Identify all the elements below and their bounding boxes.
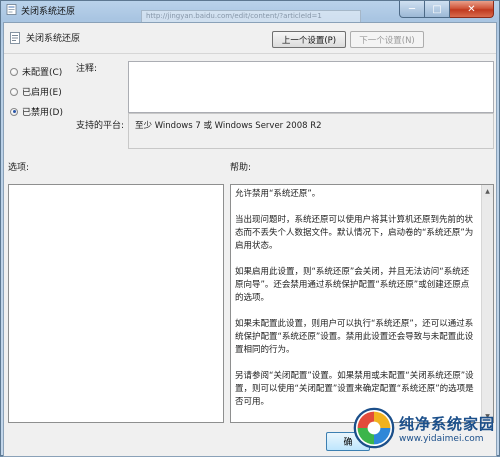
help-pane: 允许禁用“系统还原”。 当出现问题时，系统还原可以使用户将其计算机还原到先前的状…: [230, 184, 494, 423]
dialog-client-area: 关闭系统还原 上一个设置(P) 下一个设置(N) 未配置(C) 已启用(E) 已…: [3, 22, 497, 457]
help-scrollbar[interactable]: ▲ ▼: [481, 185, 493, 422]
policy-window-icon: [6, 4, 17, 15]
close-button[interactable]: ✕: [450, 1, 494, 18]
help-paragraph: 允许禁用“系统还原”。: [235, 189, 321, 199]
site-watermark: 纯净系统家园 www.yidaimei.com: [353, 403, 495, 453]
radio-enabled[interactable]: 已启用(E): [10, 85, 62, 98]
policy-name: 关闭系统还原: [26, 34, 81, 44]
comment-field[interactable]: [128, 61, 494, 113]
supported-platform-value: 至少 Windows 7 或 Windows Server 2008 R2: [128, 113, 494, 149]
radio-disabled[interactable]: 已禁用(D): [10, 105, 63, 118]
help-text: 允许禁用“系统还原”。 当出现问题时，系统还原可以使用户将其计算机还原到先前的状…: [235, 188, 477, 422]
policy-setting-icon: [10, 32, 20, 44]
window-controls: ─ □ ✕: [399, 1, 494, 18]
supported-platform-label: 支持的平台:: [76, 121, 125, 131]
watermark-logo-icon: [353, 407, 395, 449]
options-label: 选项:: [8, 163, 30, 173]
radio-button-selected[interactable]: [10, 107, 18, 116]
options-pane: [8, 184, 224, 423]
previous-setting-button[interactable]: 上一个设置(P): [272, 31, 346, 48]
comment-label: 注释:: [76, 64, 98, 74]
next-setting-button[interactable]: 下一个设置(N): [350, 31, 424, 48]
radio-button[interactable]: [10, 67, 18, 76]
window-title: 关闭系统还原: [21, 7, 76, 17]
watermark-name: 纯净系统家园: [398, 414, 495, 433]
radio-not-configured[interactable]: 未配置(C): [10, 65, 62, 78]
window-frame: 关闭系统还原 http://jingyan.baidu.com/edit/con…: [0, 0, 500, 457]
radio-button[interactable]: [10, 87, 18, 96]
help-label: 帮助:: [230, 163, 252, 173]
radio-label: 未配置(C): [22, 68, 63, 78]
help-paragraph: 如果启用此设置，则“系统还原”会关闭，并且无法访问“系统还原向导”。还会禁用通过…: [235, 267, 470, 303]
maximize-button[interactable]: □: [425, 1, 450, 18]
radio-label: 已启用(E): [22, 88, 62, 98]
watermark-url: www.yidaimei.com: [398, 433, 484, 444]
minimize-button[interactable]: ─: [399, 1, 425, 18]
help-paragraph: 当出现问题时，系统还原可以使用户将其计算机还原到先前的状态而不丢失个人数据文件。…: [235, 215, 474, 251]
scroll-up-arrow-icon[interactable]: ▲: [482, 185, 493, 197]
help-paragraph: 如果未配置此设置，则用户可以执行“系统还原”，还可以通过系统保护配置“系统还原”…: [235, 319, 474, 355]
header-divider: [4, 53, 496, 54]
radio-label: 已禁用(D): [22, 108, 63, 118]
